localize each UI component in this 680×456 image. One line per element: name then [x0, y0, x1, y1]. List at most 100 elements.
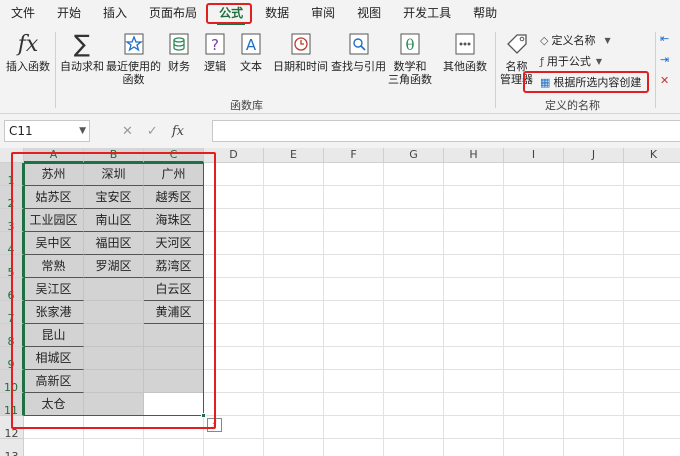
cell-k8[interactable]: [624, 324, 680, 347]
cell-e7[interactable]: [264, 301, 324, 324]
cell-j8[interactable]: [564, 324, 624, 347]
cell-f1[interactable]: [324, 163, 384, 186]
cell-e1[interactable]: [264, 163, 324, 186]
trace-dependents-icon[interactable]: ⇥: [660, 53, 669, 66]
tab-insert[interactable]: 插入: [92, 0, 138, 26]
cell-h10[interactable]: [444, 370, 504, 393]
cell-i5[interactable]: [504, 255, 564, 278]
cell-c13[interactable]: [144, 439, 204, 456]
cell-e4[interactable]: [264, 232, 324, 255]
cell-h6[interactable]: [444, 278, 504, 301]
cell-j10[interactable]: [564, 370, 624, 393]
recent-functions-button[interactable]: 最近使用的 函数: [106, 30, 161, 86]
autosum-button[interactable]: ∑ 自动求和: [60, 30, 104, 74]
cell-j3[interactable]: [564, 209, 624, 232]
tab-developer[interactable]: 开发工具: [392, 0, 462, 26]
cell-f11[interactable]: [324, 393, 384, 416]
cell-i13[interactable]: [504, 439, 564, 456]
cell-g5[interactable]: [384, 255, 444, 278]
remove-arrows-icon[interactable]: ✕: [660, 74, 669, 87]
cell-i9[interactable]: [504, 347, 564, 370]
cell-i2[interactable]: [504, 186, 564, 209]
cell-f13[interactable]: [324, 439, 384, 456]
cell-i1[interactable]: [504, 163, 564, 186]
cell-e11[interactable]: [264, 393, 324, 416]
cell-k3[interactable]: [624, 209, 680, 232]
cell-h1[interactable]: [444, 163, 504, 186]
cell-k13[interactable]: [624, 439, 680, 456]
cell-f6[interactable]: [324, 278, 384, 301]
fx-icon[interactable]: fx: [172, 124, 184, 139]
cell-g1[interactable]: [384, 163, 444, 186]
cell-g11[interactable]: [384, 393, 444, 416]
cell-h2[interactable]: [444, 186, 504, 209]
cell-i10[interactable]: [504, 370, 564, 393]
cell-f9[interactable]: [324, 347, 384, 370]
cell-j7[interactable]: [564, 301, 624, 324]
cell-i4[interactable]: [504, 232, 564, 255]
cell-k2[interactable]: [624, 186, 680, 209]
cell-h5[interactable]: [444, 255, 504, 278]
cell-g6[interactable]: [384, 278, 444, 301]
cell-e13[interactable]: [264, 439, 324, 456]
tab-page-layout[interactable]: 页面布局: [138, 0, 208, 26]
cell-f2[interactable]: [324, 186, 384, 209]
cell-f3[interactable]: [324, 209, 384, 232]
name-box[interactable]: C11 ▼: [4, 120, 90, 142]
insert-function-button[interactable]: fx 插入函数: [6, 30, 50, 73]
cell-e6[interactable]: [264, 278, 324, 301]
tab-view[interactable]: 视图: [346, 0, 392, 26]
cell-j9[interactable]: [564, 347, 624, 370]
cell-j13[interactable]: [564, 439, 624, 456]
cancel-icon[interactable]: ✕: [122, 124, 133, 139]
cell-j2[interactable]: [564, 186, 624, 209]
column-header-k[interactable]: K: [624, 148, 680, 163]
tab-review[interactable]: 审阅: [300, 0, 346, 26]
confirm-icon[interactable]: ✓: [147, 124, 158, 139]
cell-i6[interactable]: [504, 278, 564, 301]
cell-g4[interactable]: [384, 232, 444, 255]
tab-help[interactable]: 帮助: [462, 0, 508, 26]
cell-h9[interactable]: [444, 347, 504, 370]
cell-g9[interactable]: [384, 347, 444, 370]
cell-g10[interactable]: [384, 370, 444, 393]
cell-k5[interactable]: [624, 255, 680, 278]
cell-h4[interactable]: [444, 232, 504, 255]
chevron-down-icon[interactable]: ▼: [79, 121, 86, 141]
cell-g2[interactable]: [384, 186, 444, 209]
cell-j12[interactable]: [564, 416, 624, 439]
cell-k7[interactable]: [624, 301, 680, 324]
column-header-j[interactable]: J: [564, 148, 624, 163]
cell-f8[interactable]: [324, 324, 384, 347]
cell-f7[interactable]: [324, 301, 384, 324]
use-in-formula-button[interactable]: ƒ 用于公式 ▼: [540, 53, 602, 69]
column-header-i[interactable]: I: [504, 148, 564, 163]
tab-home[interactable]: 开始: [46, 0, 92, 26]
text-functions-button[interactable]: A 文本: [240, 30, 262, 73]
cell-d13[interactable]: [204, 439, 264, 456]
cell-f12[interactable]: [324, 416, 384, 439]
cell-i11[interactable]: [504, 393, 564, 416]
cell-h13[interactable]: [444, 439, 504, 456]
tab-file[interactable]: 文件: [0, 0, 46, 26]
cell-g13[interactable]: [384, 439, 444, 456]
cell-j6[interactable]: [564, 278, 624, 301]
cell-e9[interactable]: [264, 347, 324, 370]
cell-h12[interactable]: [444, 416, 504, 439]
math-trig-button[interactable]: θ 数学和 三角函数: [388, 30, 432, 86]
cell-i7[interactable]: [504, 301, 564, 324]
trace-precedents-icon[interactable]: ⇤: [660, 32, 669, 45]
cell-k1[interactable]: [624, 163, 680, 186]
formula-input[interactable]: [212, 120, 680, 142]
column-header-f[interactable]: F: [324, 148, 384, 163]
cell-k11[interactable]: [624, 393, 680, 416]
cell-h7[interactable]: [444, 301, 504, 324]
cell-k6[interactable]: [624, 278, 680, 301]
row-header-13[interactable]: 13: [0, 439, 24, 456]
tab-data[interactable]: 数据: [254, 0, 300, 26]
column-header-e[interactable]: E: [264, 148, 324, 163]
cell-g8[interactable]: [384, 324, 444, 347]
cell-i8[interactable]: [504, 324, 564, 347]
lookup-reference-button[interactable]: 查找与引用: [331, 30, 386, 73]
cell-h11[interactable]: [444, 393, 504, 416]
